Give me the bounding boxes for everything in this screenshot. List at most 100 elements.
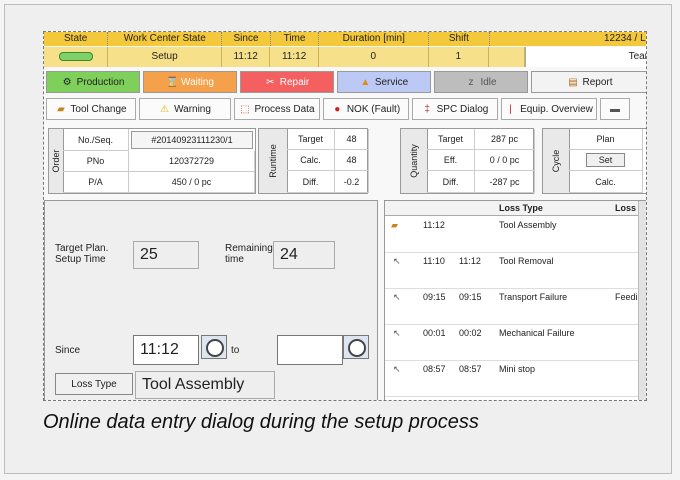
runtime-diff-value: -0.2 xyxy=(335,171,369,193)
loss-type-value: Tool Assembly xyxy=(135,371,275,399)
status-values: Setup 11:12 11:12 0 1 Team xyxy=(44,47,646,67)
header-work-center-state: Work Center State xyxy=(108,32,223,46)
loss-type-header: Loss Type xyxy=(499,203,543,213)
remaining-time-value: 24 xyxy=(273,241,335,269)
work-center-state-value: Setup xyxy=(108,47,222,67)
figure-frame: State Work Center State Since Time Durat… xyxy=(4,4,672,474)
quantity-eff-value: 0 / 0 pc xyxy=(475,150,535,171)
target-setup-label: Target Plan. Setup Time xyxy=(55,243,109,265)
header-state: State xyxy=(44,32,109,46)
list-item[interactable]: ▰ 11:12 Tool Assembly xyxy=(385,216,646,253)
runtime-calc-key: Calc. xyxy=(287,150,335,171)
shift-value: 1 xyxy=(429,47,489,67)
header-shift: Shift xyxy=(429,32,490,46)
service-icon: ▲ xyxy=(360,76,371,88)
clock-icon xyxy=(206,339,224,357)
loss-reason-header: Loss xyxy=(615,203,637,213)
process-data-icon: ⬚ xyxy=(240,103,250,115)
tool-change-button[interactable]: ▰ Tool Change xyxy=(46,98,136,120)
state-buttons: ⚙ Production ⌛ Waiting ✂ Repair ▲ Service zI… xyxy=(44,71,646,95)
since-label: Since xyxy=(55,345,81,356)
process-data-button[interactable]: ⬚ Process Data xyxy=(234,98,320,120)
report-icon: ▤ xyxy=(568,76,578,88)
state-indicator xyxy=(44,47,109,67)
time-value: 11:12 xyxy=(270,47,319,67)
quantity-label: Quantity xyxy=(409,144,419,178)
status-header: State Work Center State Since Time Durat… xyxy=(44,32,646,46)
duration-value: 0 xyxy=(319,47,429,67)
runtime-target-key: Target xyxy=(287,129,335,150)
order-no-value: #20140923111230/1 xyxy=(131,131,253,149)
runtime-calc-value: 48 xyxy=(335,150,369,171)
cycle-block: Cycle Plan Set Calc. xyxy=(542,128,646,194)
mes-screen: State Work Center State Since Time Durat… xyxy=(43,31,647,401)
function-buttons: ▰ Tool Change ⚠ Warning ⬚ Process Data ● NOK… xyxy=(44,98,646,122)
runtime-target-value: 48 xyxy=(335,129,369,150)
state-led-icon xyxy=(58,51,93,61)
waiting-icon: ⌛ xyxy=(166,76,179,88)
cycle-plan: Plan xyxy=(569,129,643,150)
cycle-set-button[interactable]: Set xyxy=(585,153,626,167)
to-clock-button[interactable] xyxy=(343,335,369,359)
order-pno-value: 120372729 xyxy=(129,151,255,172)
spc-dialog-button[interactable]: ‡ SPC Dialog xyxy=(412,98,498,120)
more-button[interactable]: ▬ xyxy=(600,98,630,120)
nok-fault-icon: ● xyxy=(334,103,341,115)
list-item[interactable]: ↖ 00:01 00:02 Mechanical Failure xyxy=(385,324,646,361)
runtime-block: Runtime Target 48 Calc. 48 Diff. -0.2 xyxy=(258,128,369,194)
production-button[interactable]: ⚙ Production xyxy=(46,71,140,93)
header-duration: Duration [min] xyxy=(319,32,430,46)
loss-list-header: Loss Type Loss xyxy=(385,201,646,216)
service-button[interactable]: ▲ Service xyxy=(337,71,431,93)
quantity-target-key: Target xyxy=(427,129,475,150)
repair-button[interactable]: ✂ Repair xyxy=(240,71,334,93)
setup-panel: Target Plan. Setup Time 25 Remaining tim… xyxy=(44,200,378,400)
nok-fault-button[interactable]: ● NOK (Fault) xyxy=(323,98,409,120)
order-label: Order xyxy=(51,149,61,173)
list-item[interactable]: ↖ 11:10 11:12 Tool Removal xyxy=(385,252,646,289)
quantity-target-value: 287 pc xyxy=(475,129,535,150)
list-item[interactable]: ↖ 08:57 08:57 Mini stop xyxy=(385,360,646,397)
repair-icon: ✂ xyxy=(266,76,275,88)
team-button[interactable]: Team xyxy=(525,47,646,67)
target-setup-value: 25 xyxy=(133,241,199,269)
spc-dialog-icon: ‡ xyxy=(424,103,430,115)
remaining-time-label: Remaining time xyxy=(225,243,273,265)
order-block: Order No./Seq. #20140923111230/1 PNo 120… xyxy=(48,128,256,194)
quantity-block: Quantity Target 287 pc Eff. 0 / 0 pc Dif… xyxy=(400,128,535,194)
runtime-diff-key: Diff. xyxy=(287,171,335,193)
wrench-icon: ↖ xyxy=(393,364,401,374)
to-label: to xyxy=(231,345,240,356)
loss-type-button[interactable]: Loss Type xyxy=(55,373,133,395)
wrench-icon: ↖ xyxy=(393,328,401,338)
figure-caption: Online data entry dialog during the setu… xyxy=(43,411,479,433)
runtime-label: Runtime xyxy=(268,144,278,178)
idle-icon: z xyxy=(468,76,474,88)
clock-icon xyxy=(348,339,366,357)
cycle-calc: Calc. xyxy=(569,171,643,193)
quantity-eff-key: Eff. xyxy=(427,150,475,171)
tool-change-icon: ▰ xyxy=(57,103,65,115)
quantity-diff-key: Diff. xyxy=(427,171,475,193)
header-time: Time xyxy=(271,32,320,46)
idle-button[interactable]: z Idle xyxy=(434,71,528,93)
quantity-diff-value: -287 pc xyxy=(475,171,535,193)
more-icon: ▬ xyxy=(610,103,620,115)
wrench-icon: ↖ xyxy=(393,292,401,302)
to-input[interactable] xyxy=(277,335,343,365)
loss-list-scrollbar[interactable] xyxy=(638,201,646,400)
waiting-button[interactable]: ⌛ Waiting xyxy=(143,71,237,93)
equip-overview-button[interactable]: | Equip. Overview xyxy=(501,98,597,120)
order-pa-key: P/A xyxy=(63,172,129,193)
loss-list: Loss Type Loss ▰ 11:12 Tool Assembly ↖ 1… xyxy=(384,200,646,400)
since-clock-button[interactable] xyxy=(201,335,227,359)
report-button[interactable]: ▤ Report xyxy=(531,71,646,93)
list-item[interactable]: ↖ 09:15 09:15 Transport Failure Feedin xyxy=(385,288,646,325)
thermometer-icon: | xyxy=(509,103,512,115)
production-icon: ⚙ xyxy=(62,76,72,88)
order-pa-value: 450 / 0 pc xyxy=(129,172,255,193)
since-input[interactable]: 11:12 xyxy=(133,335,199,365)
order-pno-key: PNo xyxy=(63,151,129,172)
warning-button[interactable]: ⚠ Warning xyxy=(139,98,231,120)
header-workcenter-id: 12234 / L- xyxy=(490,32,646,46)
